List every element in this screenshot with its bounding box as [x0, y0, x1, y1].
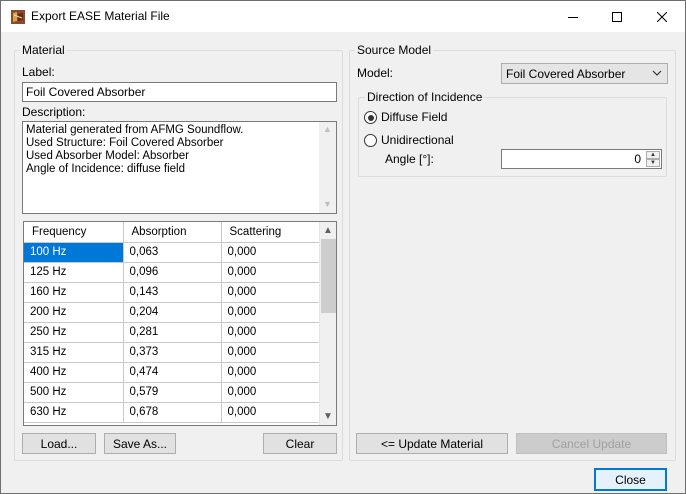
scroll-down-icon[interactable]: ▼	[323, 199, 332, 209]
cell-absorption[interactable]: 0,474	[123, 362, 222, 383]
diffuse-field-radio[interactable]	[364, 111, 377, 124]
clear-button[interactable]: Clear	[263, 433, 337, 454]
cell-scattering[interactable]: 0,000	[221, 282, 321, 303]
cell-scattering[interactable]: 0,000	[221, 342, 321, 363]
minimize-button[interactable]	[550, 1, 596, 32]
diffuse-field-label[interactable]: Diffuse Field	[381, 110, 447, 124]
cell-frequency[interactable]: 500 Hz	[24, 382, 124, 403]
scroll-up-icon[interactable]: ▲	[323, 225, 333, 236]
table-row: 500 Hz 0,579 0,000	[24, 382, 321, 403]
label-field[interactable]: Foil Covered Absorber	[22, 82, 337, 102]
header-scattering[interactable]: Scattering	[221, 222, 321, 243]
description-line: Used Structure: Foil Covered Absorber	[26, 137, 224, 149]
scroll-up-icon[interactable]: ▲	[323, 124, 332, 134]
description-scrollbar[interactable]: ▲ ▼	[319, 122, 336, 213]
table-row: 250 Hz 0,281 0,000	[24, 322, 321, 343]
title-bar: Export EASE Material File	[1, 1, 685, 32]
stepper-up-icon[interactable]: ▲	[646, 151, 660, 159]
save-as-button[interactable]: Save As...	[104, 433, 176, 454]
stepper-down-icon[interactable]: ▼	[646, 159, 660, 167]
angle-stepper[interactable]: 0 ▲ ▼	[501, 149, 662, 169]
cell-frequency[interactable]: 200 Hz	[24, 302, 124, 323]
cell-frequency[interactable]: 315 Hz	[24, 342, 124, 363]
app-icon	[11, 10, 25, 24]
close-button[interactable]: Close	[594, 468, 667, 491]
chevron-down-icon	[652, 70, 662, 76]
maximize-icon	[612, 11, 622, 22]
frequency-table-grid: Frequency Absorption Scattering 100 Hz 0…	[24, 222, 321, 423]
cancel-update-button: Cancel Update	[516, 433, 667, 454]
unidirectional-label[interactable]: Unidirectional	[381, 133, 454, 147]
cell-scattering[interactable]: 0,000	[221, 302, 321, 323]
table-row: 160 Hz 0,143 0,000	[24, 282, 321, 303]
export-dialog: Export EASE Material File Material Label…	[0, 0, 686, 494]
cell-absorption[interactable]: 0,678	[123, 402, 222, 423]
cell-absorption[interactable]: 0,204	[123, 302, 222, 323]
label-caption: Label:	[22, 65, 55, 79]
cell-absorption[interactable]: 0,096	[123, 262, 222, 283]
cell-scattering[interactable]: 0,000	[221, 242, 321, 263]
scroll-down-icon[interactable]: ▼	[323, 411, 333, 422]
frequency-table[interactable]: Frequency Absorption Scattering 100 Hz 0…	[23, 221, 337, 426]
description-line: Material generated from AFMG Soundflow.	[26, 124, 244, 136]
cell-frequency[interactable]: 630 Hz	[24, 402, 124, 423]
angle-stepper-buttons: ▲ ▼	[646, 151, 660, 167]
maximize-button[interactable]	[594, 1, 640, 32]
header-frequency[interactable]: Frequency	[24, 222, 124, 243]
table-row: 200 Hz 0,204 0,000	[24, 302, 321, 323]
description-caption: Description:	[22, 105, 86, 119]
table-scrollbar[interactable]: ▲ ▼	[319, 222, 336, 425]
description-line: Used Absorber Model: Absorber	[26, 150, 190, 162]
cell-scattering[interactable]: 0,000	[221, 322, 321, 343]
cell-frequency[interactable]: 160 Hz	[24, 282, 124, 303]
angle-value: 0	[634, 152, 641, 166]
description-line: Angle of Incidence: diffuse field	[26, 163, 185, 175]
cell-absorption[interactable]: 0,063	[123, 242, 222, 263]
table-row: 315 Hz 0,373 0,000	[24, 342, 321, 363]
scroll-thumb[interactable]	[321, 239, 336, 313]
cell-scattering[interactable]: 0,000	[221, 402, 321, 423]
cell-frequency[interactable]: 100 Hz	[24, 242, 124, 263]
update-material-button[interactable]: <= Update Material	[356, 433, 508, 454]
table-row: 630 Hz 0,678 0,000	[24, 402, 321, 423]
header-absorption[interactable]: Absorption	[123, 222, 222, 243]
cell-frequency[interactable]: 400 Hz	[24, 362, 124, 383]
table-row: 400 Hz 0,474 0,000	[24, 362, 321, 383]
table-header-row: Frequency Absorption Scattering	[24, 222, 321, 243]
incidence-group-label: Direction of Incidence	[365, 90, 485, 104]
angle-caption: Angle [°]:	[385, 152, 434, 166]
cell-absorption[interactable]: 0,143	[123, 282, 222, 303]
cell-absorption[interactable]: 0,373	[123, 342, 222, 363]
source-model-group-label: Source Model	[355, 43, 434, 57]
material-group-label: Material	[20, 43, 67, 57]
model-caption: Model:	[357, 66, 394, 80]
model-dropdown-value: Foil Covered Absorber	[506, 67, 626, 81]
cell-frequency[interactable]: 125 Hz	[24, 262, 124, 283]
table-row: 100 Hz 0,063 0,000	[24, 242, 321, 263]
cell-scattering[interactable]: 0,000	[221, 362, 321, 383]
cell-absorption[interactable]: 0,579	[123, 382, 222, 403]
load-button[interactable]: Load...	[22, 433, 96, 454]
model-dropdown[interactable]: Foil Covered Absorber	[501, 63, 668, 84]
cell-scattering[interactable]: 0,000	[221, 382, 321, 403]
cell-scattering[interactable]: 0,000	[221, 262, 321, 283]
close-icon	[657, 11, 667, 22]
table-row: 125 Hz 0,096 0,000	[24, 262, 321, 283]
close-window-button[interactable]	[639, 1, 685, 32]
description-field[interactable]: Material generated from AFMG Soundflow. …	[22, 121, 337, 214]
cell-frequency[interactable]: 250 Hz	[24, 322, 124, 343]
minimize-icon	[568, 16, 578, 18]
window-title: Export EASE Material File	[31, 9, 170, 23]
unidirectional-radio[interactable]	[364, 134, 377, 147]
cell-absorption[interactable]: 0,281	[123, 322, 222, 343]
